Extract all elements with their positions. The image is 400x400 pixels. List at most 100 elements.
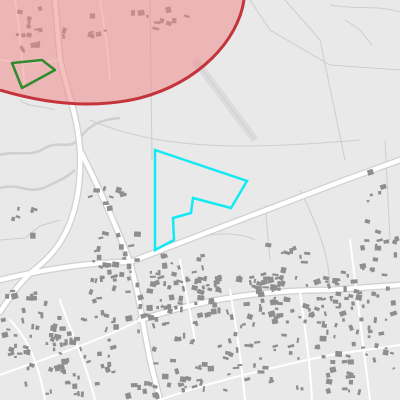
building [344,296,349,301]
building [346,274,349,278]
building [30,232,36,239]
building [179,376,187,383]
building [265,242,272,248]
building [233,331,238,337]
map-view[interactable] [0,0,400,400]
building [326,329,329,335]
building [384,347,388,350]
building [154,317,159,322]
building [129,270,132,274]
building [175,336,182,342]
building [169,358,177,363]
building [153,362,159,365]
building [350,279,358,284]
building [66,331,72,337]
building [261,312,265,315]
building [163,282,167,287]
building [100,310,105,316]
building [100,278,103,282]
building [178,295,184,302]
building [253,363,256,368]
building [130,382,138,388]
building [90,277,95,283]
building [276,280,281,288]
building [217,274,223,280]
building [374,245,382,251]
building [133,231,141,237]
building [382,349,389,356]
building [342,318,345,322]
building [335,350,343,357]
building [26,366,30,371]
building [332,299,339,304]
building [77,375,80,380]
building [106,205,113,212]
building [348,379,354,385]
building [351,341,356,347]
building [146,304,153,311]
building [146,288,154,294]
building [57,315,62,320]
building [142,388,148,395]
building [72,383,78,389]
building [367,335,371,339]
building [107,354,111,358]
building [137,384,142,391]
building [184,385,187,389]
building [393,252,398,258]
building [161,373,169,380]
building [303,319,307,324]
building [126,263,132,270]
building [49,389,52,394]
building [168,294,175,301]
building [97,351,102,357]
building [325,280,329,284]
building [201,362,208,367]
building [262,365,269,370]
building [342,387,348,391]
building [367,325,371,331]
building [355,293,363,301]
building [135,282,140,288]
building [276,313,282,318]
building [347,389,351,393]
building [319,335,327,342]
building [283,299,288,303]
building [96,296,103,300]
building [14,343,17,348]
building [107,269,112,275]
building [45,392,50,395]
building [94,381,100,386]
building [161,262,168,269]
building [366,199,370,203]
building [118,244,124,250]
building [330,360,336,364]
building [9,289,16,293]
building [297,357,300,360]
building [105,263,112,267]
building [64,339,68,345]
building [99,275,105,279]
building [335,306,341,309]
building [48,333,54,338]
building [255,288,263,295]
building [143,313,149,317]
building [200,253,205,258]
building [235,347,239,353]
building [17,352,23,355]
building [347,359,354,365]
building [194,278,202,284]
building [274,307,279,311]
building [237,363,243,367]
building [25,296,34,301]
building [181,387,186,393]
building [185,276,189,280]
building [66,357,70,363]
building [378,190,382,195]
building [93,188,100,193]
building [73,336,80,341]
building [217,307,221,314]
building [163,305,169,310]
building [134,258,140,262]
building [92,260,96,263]
